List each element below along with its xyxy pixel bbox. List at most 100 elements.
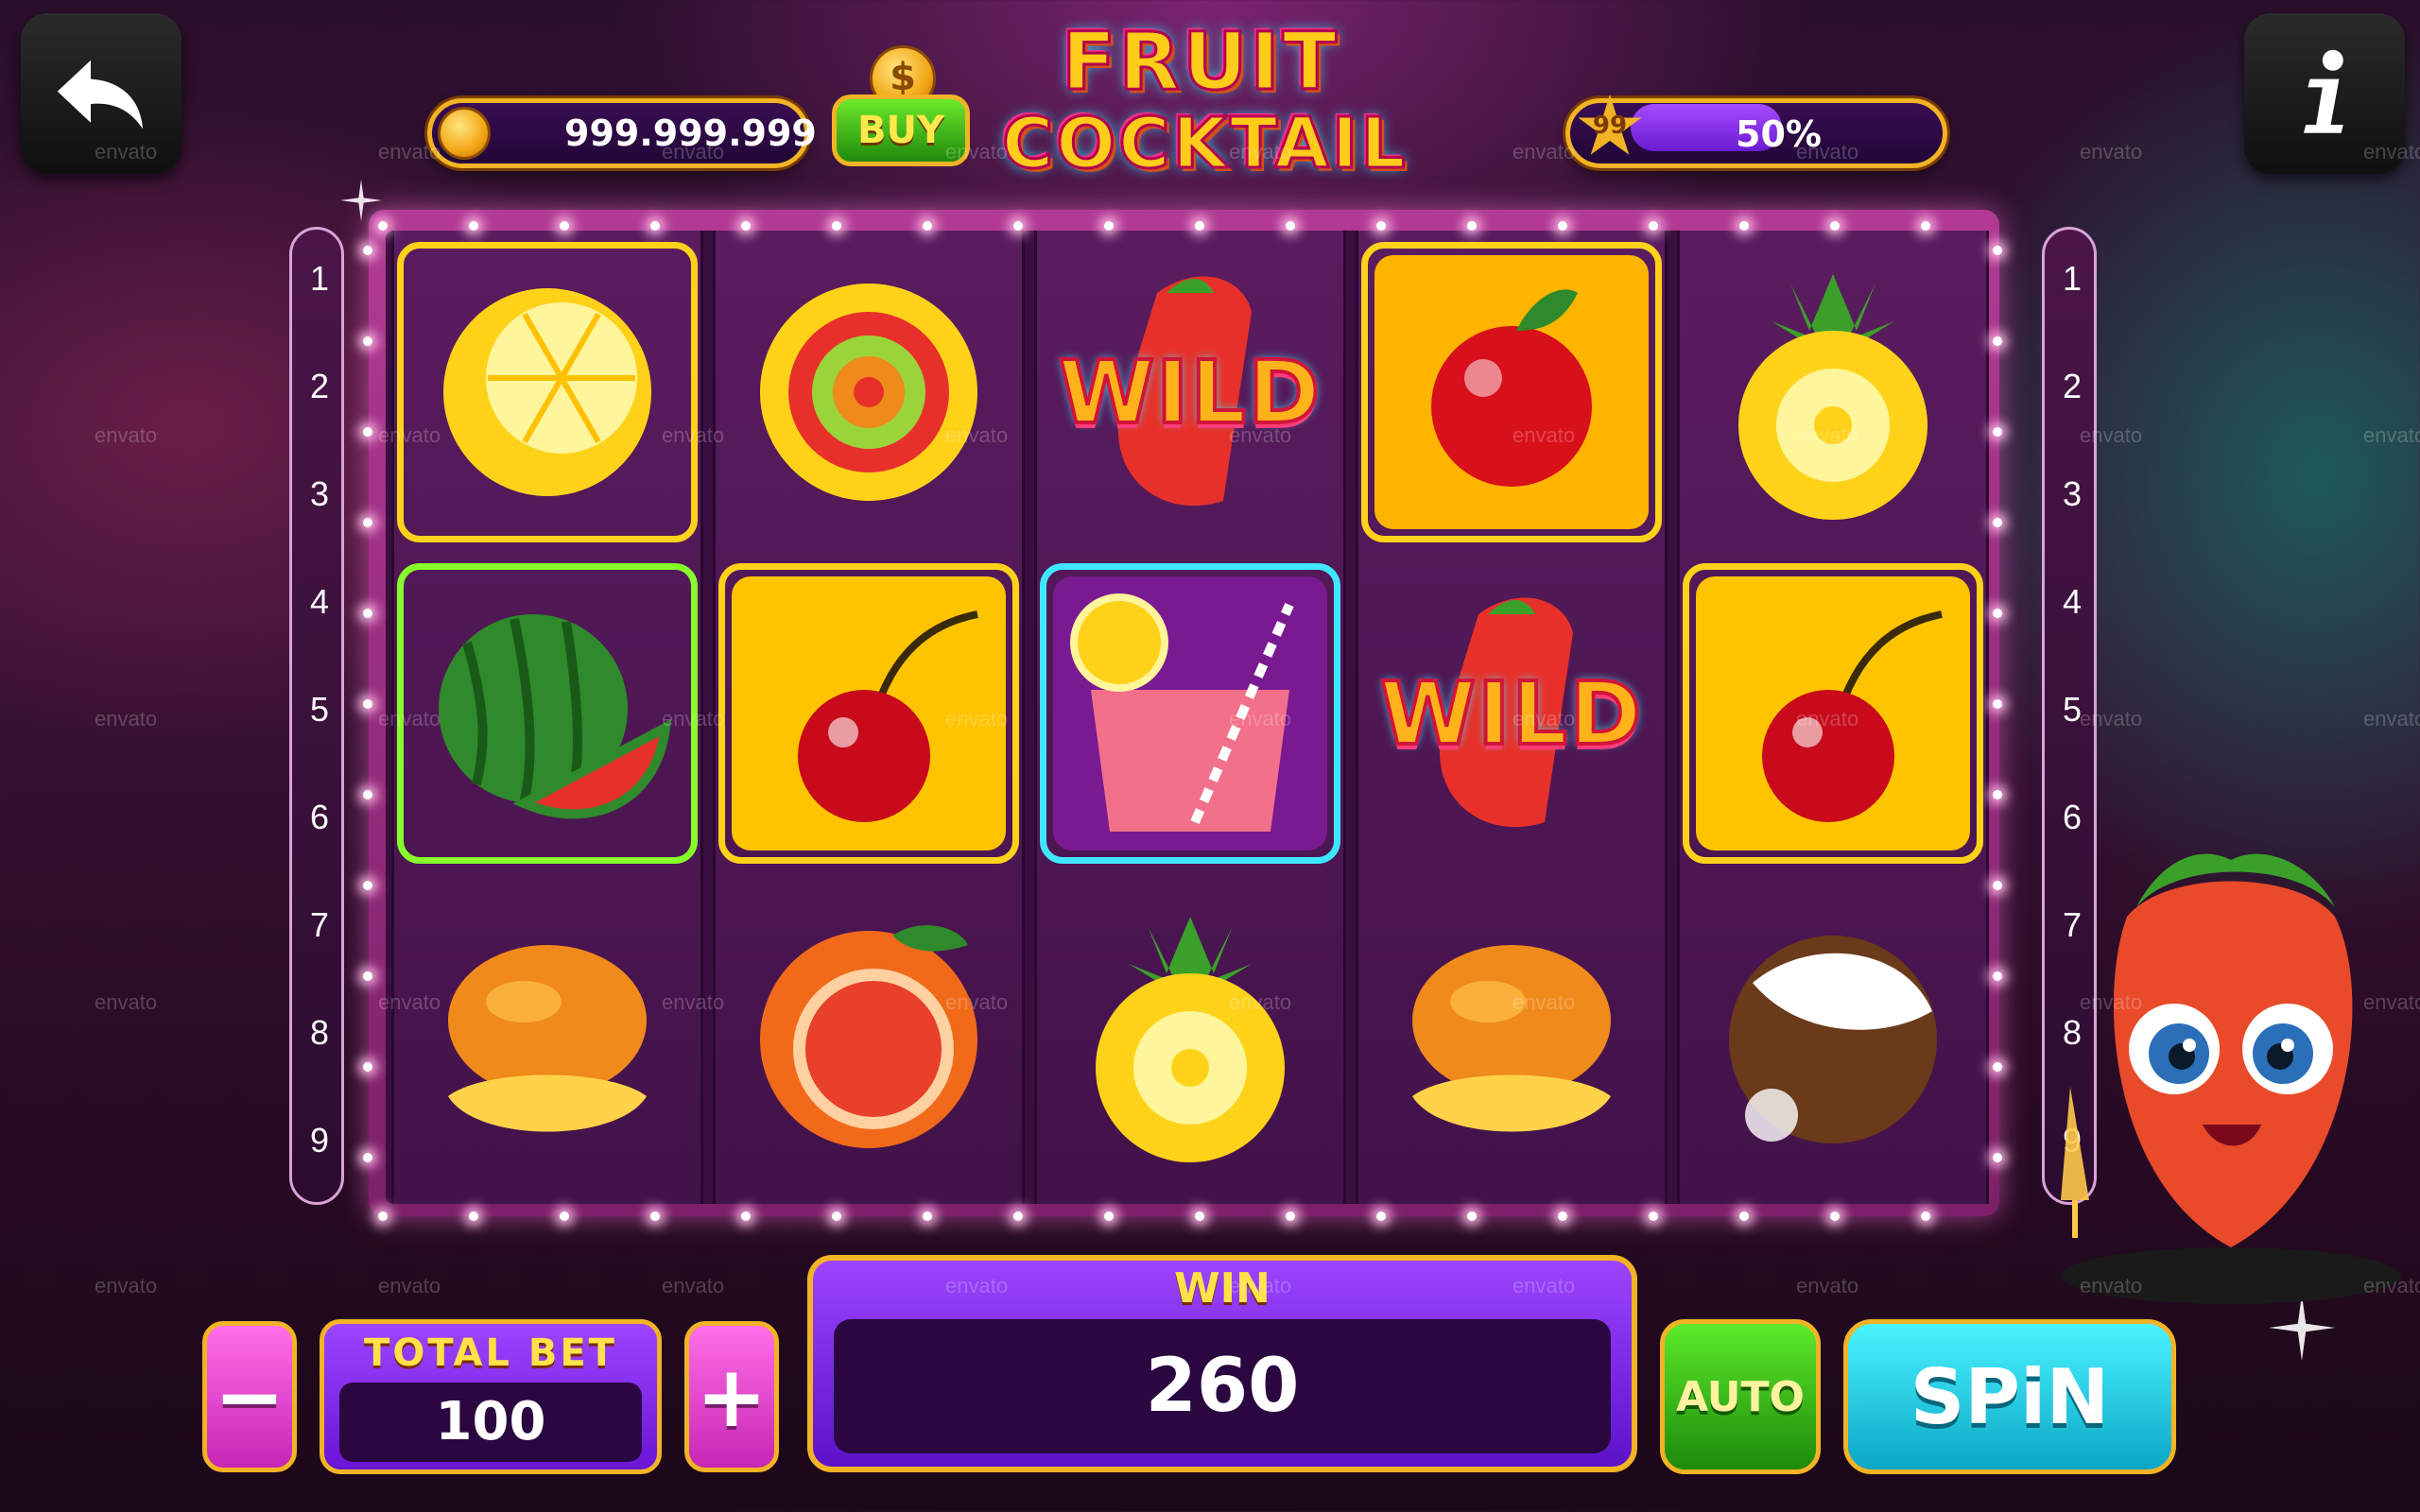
marquee-bulb [378,221,388,231]
watermark-text: envato [1512,423,1576,447]
marquee-bulb [1993,518,2002,527]
payline-number-left[interactable]: 9 [292,1121,347,1160]
decrease-bet-button[interactable]: − [202,1321,297,1472]
marquee-bulb [923,221,932,231]
marquee-bulb [1558,1211,1567,1221]
wild-label: WILD [1378,662,1644,766]
marquee-bulb [1649,1211,1658,1221]
watermark-text: envato [662,423,725,447]
watermark-text: envato [378,423,441,447]
payline-number-right[interactable]: 1 [2045,259,2100,299]
watermark-text: envato [1229,990,1292,1014]
marquee-bulb [1921,221,1930,231]
marquee-bulb [1195,221,1204,231]
spin-button[interactable]: SPiN [1843,1319,2176,1474]
marquee-bulb [363,336,372,346]
marquee-bulb [560,1211,569,1221]
marquee-bulb [1993,790,2002,799]
marquee-bulb [1286,221,1295,231]
back-arrow-icon [57,60,143,129]
fruit-swirl-icon [760,284,977,501]
payline-number-left[interactable]: 7 [292,905,347,945]
game-logo: FRUIT COCKTAIL [1001,15,1408,198]
watermark-text: envato [1229,140,1292,163]
watermark-text: envato [945,990,1009,1014]
payline-number-left[interactable]: 1 [292,259,347,299]
marquee-bulb [1830,221,1840,231]
marquee-bulb [363,609,372,618]
payline-number-right[interactable]: 4 [2045,582,2100,622]
watermark-text: envato [95,140,158,163]
mango-icon [1412,945,1611,1132]
marquee-bulb [1993,881,2002,890]
pineapple-icon [1738,274,1927,520]
watermark-text: envato [95,707,158,730]
marquee-bulb [363,246,372,255]
watermark-text: envato [1796,1274,1859,1297]
total-bet-title: TOTAL BET [364,1332,617,1375]
logo-line-1: FRUIT [1061,15,1340,108]
symbol-wild: WILD [1361,563,1662,864]
payline-number-left[interactable]: 5 [292,690,347,730]
watermark-text: envato [2080,1274,2143,1297]
marquee-bulb [1993,336,2002,346]
watermark-text: envato [1512,707,1576,730]
watermark-text: envato [2363,990,2420,1014]
payline-number-right[interactable]: 2 [2045,367,2100,406]
payline-number-left[interactable]: 6 [292,798,347,837]
symbol-apple [1361,242,1662,542]
marquee-bulb [1376,1211,1386,1221]
watermark-text: envato [95,423,158,447]
marquee-bulb [650,221,660,231]
marquee-bulb [832,1211,841,1221]
apple-icon [1374,255,1649,529]
marquee-bulb [363,1153,372,1162]
level-number: 99 [1592,112,1628,140]
marquee-bulb [1921,1211,1930,1221]
watermark-text: envato [95,1274,158,1297]
marquee-bulb [1993,609,2002,618]
watermark-text: envato [2080,140,2143,163]
marquee-bulb [923,1211,932,1221]
increase-bet-button[interactable]: + [684,1321,779,1472]
watermark-text: envato [378,707,441,730]
watermark-text: envato [1796,990,1859,1014]
marquee-bulb [832,221,841,231]
payline-number-left[interactable]: 3 [292,474,347,514]
marquee-bulb [1993,1153,2002,1162]
watermark-text: envato [2363,1274,2420,1297]
marquee-bulb [741,221,751,231]
marquee-bulb [363,518,372,527]
watermark-text: envato [945,423,1009,447]
marquee-bulb [363,1062,372,1072]
watermark-text: envato [1512,990,1576,1014]
marquee-bulb [469,221,478,231]
payline-number-right[interactable]: 3 [2045,474,2100,514]
symbol-pineapple [1040,885,1340,1185]
marquee-bulb [1286,1211,1295,1221]
watermark-text: envato [945,707,1009,730]
payline-number-left[interactable]: 2 [292,367,347,406]
payline-number-left[interactable]: 8 [292,1013,347,1053]
symbol-mango [397,885,698,1185]
watermark-text: envato [2080,707,2143,730]
marquee-bulb [650,1211,660,1221]
marquee-bulb [378,1211,388,1221]
auto-spin-button[interactable]: AUTO [1660,1319,1821,1474]
marquee-bulb [1993,246,2002,255]
total-bet-value: 100 [435,1391,546,1452]
total-bet-panel: TOTAL BET 100 [320,1319,662,1474]
watermark-text: envato [378,990,441,1014]
watermelon-icon [439,614,672,819]
watermark-text: envato [1512,1274,1576,1297]
watermark-text: envato [1796,707,1859,730]
marquee-bulb [741,1211,751,1221]
symbol-grapefruit [718,885,1019,1185]
symbol-watermelon [397,563,698,864]
payline-number-left[interactable]: 4 [292,582,347,622]
symbol-coconut [1683,885,1983,1185]
marquee-bulb [1558,221,1567,231]
watermark-text: envato [2363,423,2420,447]
marquee-bulb [1467,1211,1477,1221]
marquee-bulb [1993,699,2002,709]
